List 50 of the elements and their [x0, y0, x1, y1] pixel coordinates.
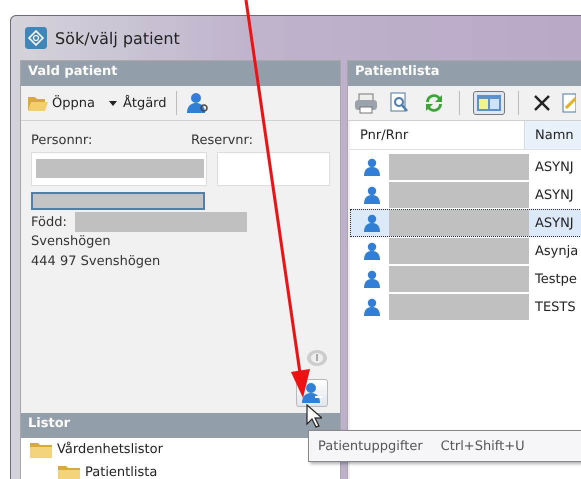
table-cell: TESTS: [535, 300, 576, 314]
tree-item[interactable]: Vårdenhetslistor: [29, 438, 163, 461]
app-icon: [25, 27, 47, 49]
person-icon: [363, 270, 381, 288]
folder-icon: [29, 440, 53, 458]
folder-icon: [27, 94, 49, 112]
columns-icon: [476, 94, 502, 112]
person-icon: [363, 214, 381, 232]
tree-item[interactable]: Patientlista: [57, 461, 158, 479]
column-header[interactable]: Namn: [525, 121, 581, 149]
table-row[interactable]: ASYNJ: [350, 153, 581, 181]
person-icon: [363, 298, 381, 316]
person-search-icon[interactable]: [186, 92, 210, 114]
caret-icon[interactable]: [108, 100, 117, 106]
person-icon: [363, 158, 381, 176]
input-field[interactable]: [216, 152, 330, 186]
tooltip-text: Patientuppgifter: [318, 438, 423, 454]
panel-header: Patientlista: [348, 61, 581, 86]
table-row[interactable]: ASYNJ: [350, 209, 581, 237]
table-row[interactable]: Testpe: [350, 265, 581, 293]
field-label: Reservnr:: [191, 133, 253, 148]
columns-button[interactable]: [473, 91, 505, 115]
born-label: Född:: [31, 214, 67, 230]
folder-icon: [57, 464, 81, 479]
address-line: 444 97 Svenshögen: [31, 253, 162, 271]
address-line: Svenshögen: [31, 233, 112, 251]
mouse-cursor: [306, 404, 322, 428]
table-cell: Testpe: [535, 272, 577, 286]
action-button[interactable]: Åtgärd: [122, 96, 167, 110]
edit-icon[interactable]: [562, 92, 576, 114]
print-icon[interactable]: [354, 92, 378, 114]
table-cell: ASYNJ: [535, 216, 574, 230]
table-row[interactable]: TESTS: [350, 293, 581, 321]
person-icon: [363, 242, 381, 260]
person-icon: [301, 382, 323, 404]
info-icon: [306, 349, 328, 367]
table-cell: ASYNJ: [535, 188, 574, 202]
open-button[interactable]: Öppna: [27, 94, 95, 112]
table-row[interactable]: ASYNJ: [350, 181, 581, 209]
panel-header: Listor: [21, 413, 340, 438]
table-cell: Asynja: [535, 244, 578, 258]
shortcut-text: Ctrl+Shift+U: [440, 438, 525, 454]
table-cell: ASYNJ: [535, 160, 574, 174]
close-icon[interactable]: [532, 93, 552, 113]
person-icon: [363, 186, 381, 204]
field-label: Personnr:: [31, 133, 94, 148]
panel-header: Vald patient: [21, 61, 340, 86]
table-row[interactable]: Asynja: [350, 237, 581, 265]
window-title: Sök/välj patient: [55, 28, 180, 48]
input-field[interactable]: [31, 152, 207, 186]
